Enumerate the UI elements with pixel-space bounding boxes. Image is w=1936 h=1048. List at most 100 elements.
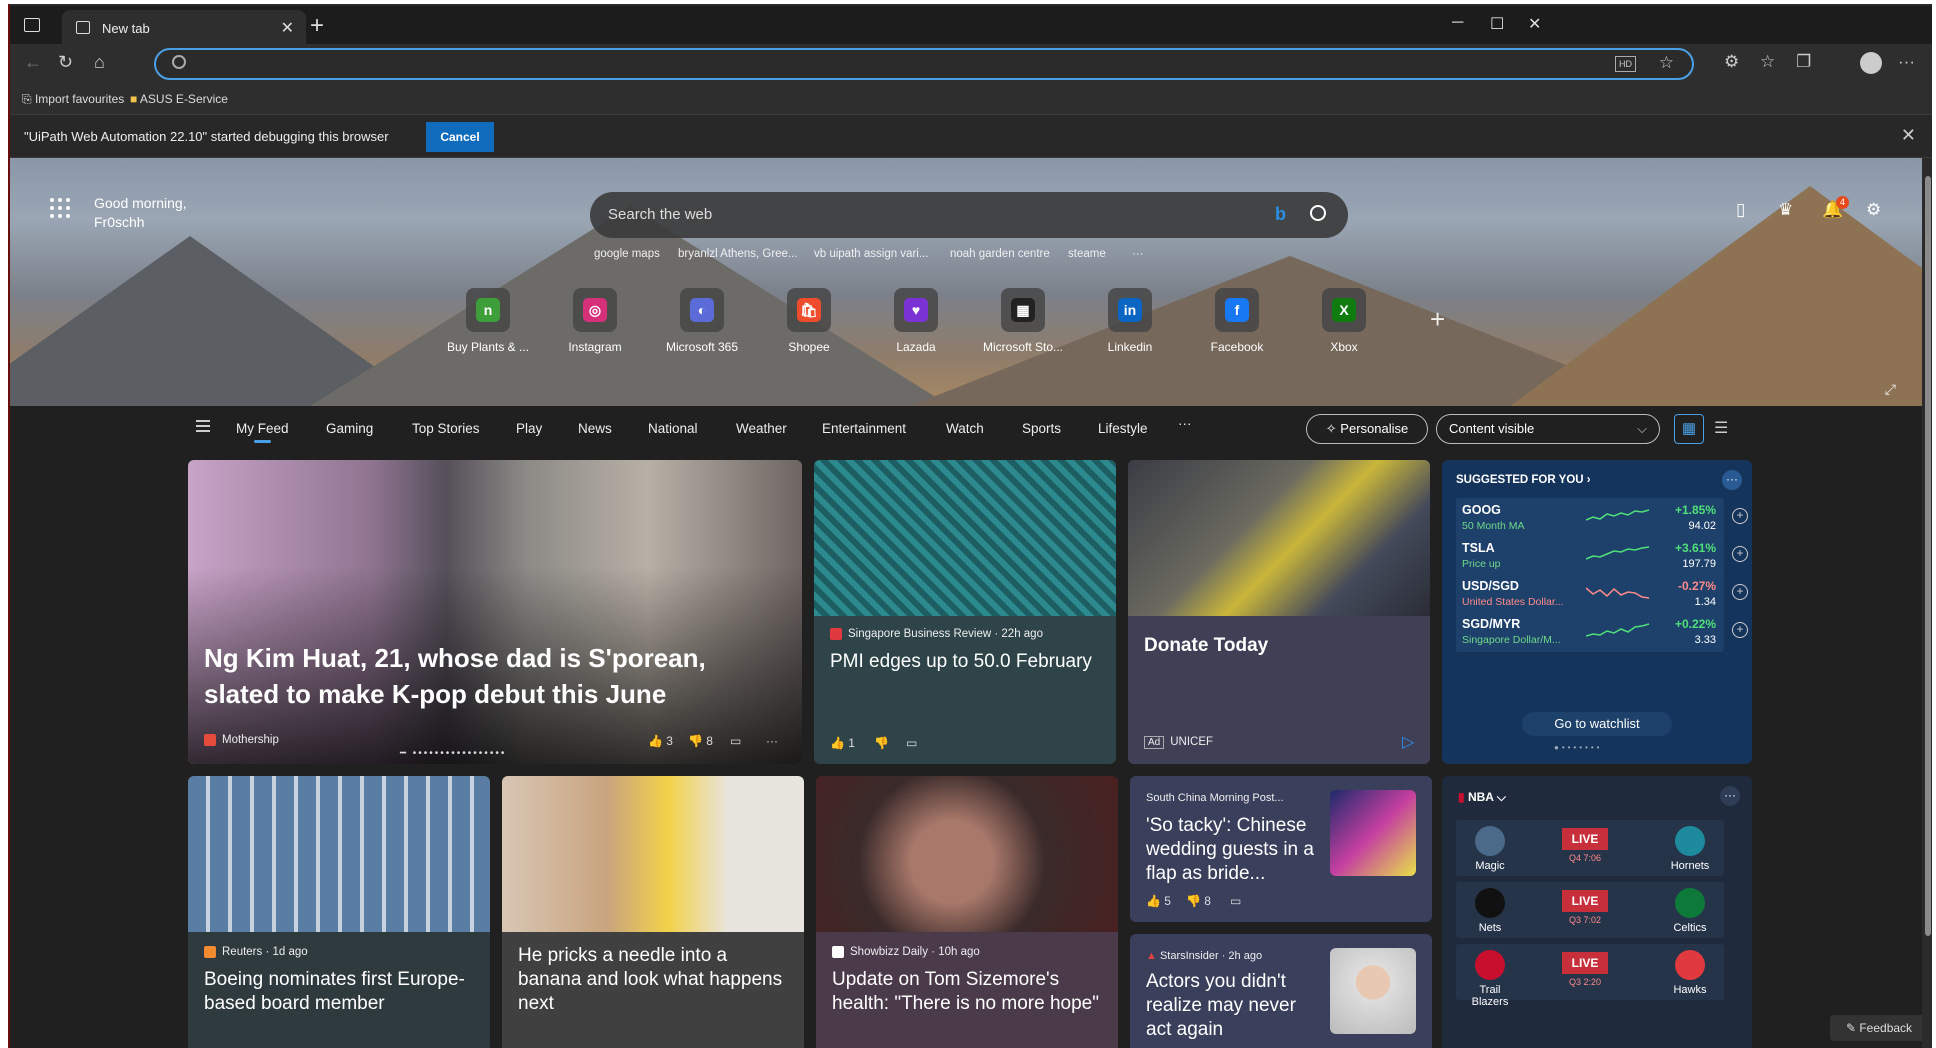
back-icon[interactable]: ← — [24, 52, 42, 73]
headline[interactable]: Boeing nominates first Europe-based boar… — [204, 968, 484, 1016]
search-suggestion[interactable]: steame — [1068, 248, 1106, 260]
widget-title[interactable]: SUGGESTED FOR YOU › — [1456, 474, 1591, 486]
comment-icon[interactable]: ▭ — [906, 736, 917, 750]
more-options-icon[interactable]: ··· — [1720, 786, 1740, 806]
search-suggestion[interactable]: google maps — [594, 248, 660, 260]
tab-play[interactable]: Play — [516, 421, 542, 436]
like-button[interactable]: 👍 3 — [648, 734, 673, 748]
add-to-watchlist-icon[interactable]: + — [1732, 546, 1748, 562]
asus-eservice-item[interactable]: ■ ASUS E-Service — [130, 92, 228, 106]
quick-link-shopee[interactable]: 🛍 Shopee — [764, 288, 854, 354]
tab-watch[interactable]: Watch — [946, 421, 984, 436]
news-card-pmi[interactable]: Singapore Business Review · 22h ago PMI … — [814, 460, 1116, 764]
more-tabs-icon[interactable]: ··· — [1178, 416, 1192, 431]
headline[interactable]: Ng Kim Huat, 21, whose dad is S'porean, … — [204, 640, 784, 712]
tab-weather[interactable]: Weather — [736, 421, 787, 436]
quick-link-lazada[interactable]: ♥ Lazada — [871, 288, 961, 354]
apps-launcher-icon[interactable] — [50, 198, 72, 220]
go-to-watchlist-button[interactable]: Go to watchlist — [1522, 712, 1672, 736]
tab-gaming[interactable]: Gaming — [326, 421, 373, 436]
import-favourites-item[interactable]: ⎘ Import favourites — [22, 92, 124, 107]
carousel-dots[interactable]: ━ ••••••••••••••••• — [400, 748, 506, 759]
comment-icon[interactable]: ▭ — [730, 734, 741, 748]
refresh-icon[interactable]: ↻ — [58, 52, 73, 73]
collections-icon[interactable]: ❐ — [1796, 52, 1811, 72]
stock-row[interactable]: SGD/MYR Singapore Dollar/M... +0.22% 3.33 + — [1456, 612, 1748, 652]
play-icon[interactable]: ▷ — [1402, 732, 1414, 752]
headline[interactable]: PMI edges up to 50.0 February — [830, 650, 1100, 674]
more-suggestions-icon[interactable]: ··· — [1132, 248, 1144, 260]
add-to-watchlist-icon[interactable]: + — [1732, 508, 1748, 524]
quick-link-facebook[interactable]: f Facebook — [1192, 288, 1282, 354]
personalise-button[interactable]: ✧ Personalise — [1306, 414, 1428, 444]
menu-icon[interactable] — [196, 420, 210, 435]
cancel-button[interactable]: Cancel — [426, 122, 494, 152]
add-favourite-icon[interactable]: ☆ — [1659, 53, 1674, 73]
news-card-sizemore[interactable]: Showbizz Daily · 10h ago Update on Tom S… — [816, 776, 1118, 1048]
quick-link-linkedin[interactable]: in Linkedin — [1085, 288, 1175, 354]
more-options-icon[interactable]: ··· — [1898, 52, 1915, 72]
new-tab-button[interactable]: + — [310, 12, 324, 40]
quick-link-microsoft-365[interactable]: ◐ Microsoft 365 — [657, 288, 747, 354]
close-tab-icon[interactable]: ✕ — [281, 18, 294, 38]
carousel-dots[interactable]: ●••••••• — [1554, 743, 1602, 752]
quick-link-instagram[interactable]: ◎ Instagram — [550, 288, 640, 354]
quick-link-buy-plants[interactable]: n Buy Plants & ... — [443, 288, 533, 354]
bing-icon[interactable]: b — [1275, 204, 1286, 225]
stock-row[interactable]: USD/SGD United States Dollar... -0.27% 1.34… — [1456, 574, 1748, 614]
headline[interactable]: 'So tacky': Chinese wedding guests in a … — [1146, 814, 1326, 886]
ad-card-unicef[interactable]: Donate Today Ad UNICEF ▷ — [1128, 460, 1430, 764]
tab-national[interactable]: National — [648, 421, 698, 436]
news-card-boeing[interactable]: Reuters · 1d ago Boeing nominates first … — [188, 776, 490, 1048]
dislike-button[interactable]: 👎 8 — [1186, 894, 1211, 908]
news-card-wedding[interactable]: South China Morning Post... 'So tacky': … — [1130, 776, 1432, 922]
headline[interactable]: Donate Today — [1144, 634, 1268, 658]
headline[interactable]: Update on Tom Sizemore's health: "There … — [832, 968, 1112, 1016]
tab-news[interactable]: News — [578, 421, 612, 436]
extensions-icon[interactable]: ⚙ — [1724, 52, 1739, 72]
news-card-actors[interactable]: ▲ StarsInsider · 2h ago Actors you didn'… — [1130, 934, 1432, 1048]
expand-icon[interactable]: ⤢ — [1885, 381, 1896, 398]
tab-top-stories[interactable]: Top Stories — [412, 421, 480, 436]
close-window-button[interactable]: ✕ — [1528, 14, 1541, 34]
page-scrollbar[interactable] — [1922, 158, 1932, 1048]
more-options-icon[interactable]: ··· — [1722, 470, 1742, 490]
search-suggestion[interactable]: bryanlzl Athens, Gree... — [678, 248, 798, 260]
like-button[interactable]: 👍 5 — [1146, 894, 1171, 908]
headline[interactable]: Actors you didn't realize may never act … — [1146, 970, 1326, 1042]
stock-row[interactable]: TSLA Price up +3.61% 197.79 + — [1456, 536, 1748, 576]
hd-icon[interactable]: HD — [1615, 56, 1636, 72]
tab-sports[interactable]: Sports — [1022, 421, 1061, 436]
quick-link-microsoft-store[interactable]: ▦ Microsoft Sto... — [978, 288, 1068, 354]
mobile-icon[interactable]: ▯ — [1736, 200, 1745, 220]
search-suggestion[interactable]: vb uipath assign vari... — [814, 248, 928, 260]
comment-icon[interactable]: ▭ — [1230, 894, 1241, 908]
rewards-icon[interactable]: ♛ — [1778, 200, 1793, 220]
close-infobar-icon[interactable]: ✕ — [1901, 125, 1916, 146]
add-to-watchlist-icon[interactable]: + — [1732, 584, 1748, 600]
feedback-button[interactable]: ✎ Feedback — [1830, 1015, 1928, 1041]
like-button[interactable]: 👍 1 — [830, 736, 855, 750]
headline[interactable]: He pricks a needle into a banana and loo… — [518, 944, 788, 1016]
content-visible-dropdown[interactable]: Content visible ⌵ — [1436, 414, 1660, 444]
tab-new-tab[interactable]: New tab ✕ — [62, 10, 306, 46]
news-card-banana[interactable]: He pricks a needle into a banana and loo… — [502, 776, 804, 1048]
quick-link-xbox[interactable]: X Xbox — [1299, 288, 1389, 354]
add-to-watchlist-icon[interactable]: + — [1732, 622, 1748, 638]
news-card-hero[interactable]: Ng Kim Huat, 21, whose dad is S'porean, … — [188, 460, 802, 764]
tab-actions-icon[interactable] — [24, 18, 40, 32]
tab-my-feed[interactable]: My Feed — [236, 421, 289, 443]
tab-entertainment[interactable]: Entertainment — [822, 421, 906, 436]
home-icon[interactable]: ⌂ — [94, 52, 105, 73]
scrollbar-thumb[interactable] — [1925, 176, 1931, 936]
game-row[interactable]: Magic LIVE Q4 7:06 Hornets — [1456, 820, 1724, 876]
game-row[interactable]: Trail Blazers LIVE Q3 2:20 Hawks — [1456, 944, 1724, 1008]
nba-title[interactable]: ▮ NBA ⌵ — [1458, 790, 1506, 805]
add-shortcut-icon[interactable]: + — [1430, 304, 1445, 335]
favourites-icon[interactable]: ☆ — [1760, 52, 1775, 72]
stock-row[interactable]: GOOG 50 Month MA +1.85% 94.02 + — [1456, 498, 1748, 538]
address-bar[interactable]: HD ☆ — [154, 48, 1694, 80]
dislike-button[interactable]: 👎 — [874, 736, 889, 750]
minimize-button[interactable]: ─ — [1452, 14, 1463, 32]
list-layout-icon[interactable]: ☰ — [1714, 418, 1728, 438]
